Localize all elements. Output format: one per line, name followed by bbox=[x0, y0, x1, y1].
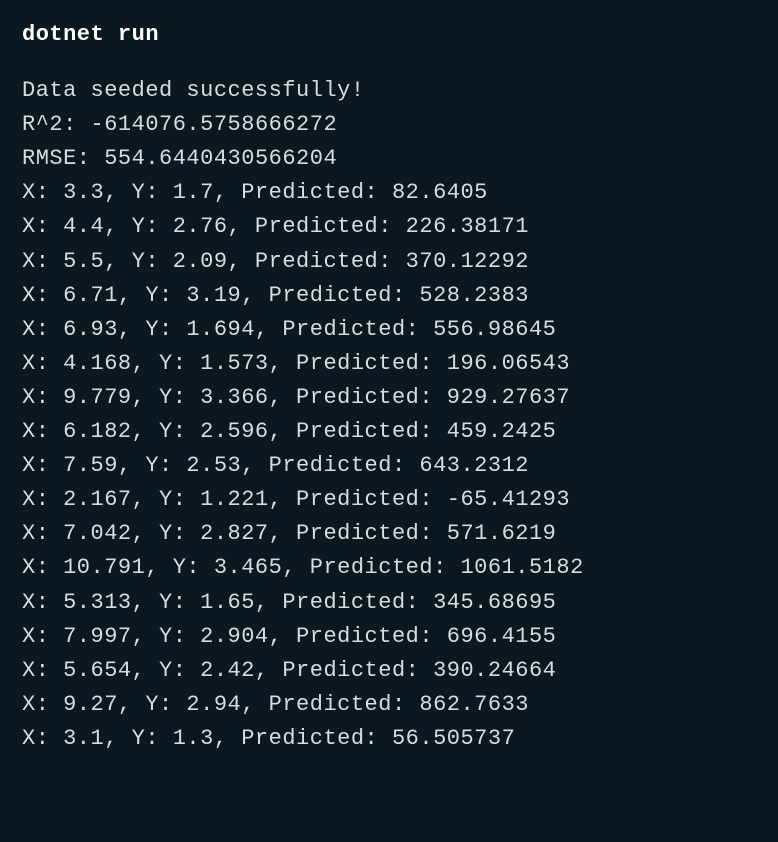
seeded-message: Data seeded successfully! bbox=[22, 74, 756, 108]
data-row: X: 2.167, Y: 1.221, Predicted: -65.41293 bbox=[22, 483, 756, 517]
rmse-line: RMSE: 554.6440430566204 bbox=[22, 142, 756, 176]
data-row: X: 5.313, Y: 1.65, Predicted: 345.68695 bbox=[22, 586, 756, 620]
data-rows-container: X: 3.3, Y: 1.7, Predicted: 82.6405X: 4.4… bbox=[22, 176, 756, 756]
data-row: X: 7.59, Y: 2.53, Predicted: 643.2312 bbox=[22, 449, 756, 483]
data-row: X: 5.654, Y: 2.42, Predicted: 390.24664 bbox=[22, 654, 756, 688]
data-row: X: 6.71, Y: 3.19, Predicted: 528.2383 bbox=[22, 279, 756, 313]
data-row: X: 3.3, Y: 1.7, Predicted: 82.6405 bbox=[22, 176, 756, 210]
data-row: X: 7.042, Y: 2.827, Predicted: 571.6219 bbox=[22, 517, 756, 551]
data-row: X: 6.182, Y: 2.596, Predicted: 459.2425 bbox=[22, 415, 756, 449]
data-row: X: 6.93, Y: 1.694, Predicted: 556.98645 bbox=[22, 313, 756, 347]
r2-label: R^2: bbox=[22, 112, 91, 137]
terminal-command: dotnet run bbox=[22, 18, 756, 52]
data-row: X: 9.27, Y: 2.94, Predicted: 862.7633 bbox=[22, 688, 756, 722]
data-row: X: 10.791, Y: 3.465, Predicted: 1061.518… bbox=[22, 551, 756, 585]
data-row: X: 4.168, Y: 1.573, Predicted: 196.06543 bbox=[22, 347, 756, 381]
r2-value: -614076.5758666272 bbox=[91, 112, 338, 137]
r2-line: R^2: -614076.5758666272 bbox=[22, 108, 756, 142]
data-row: X: 3.1, Y: 1.3, Predicted: 56.505737 bbox=[22, 722, 756, 756]
data-row: X: 9.779, Y: 3.366, Predicted: 929.27637 bbox=[22, 381, 756, 415]
rmse-value: 554.6440430566204 bbox=[104, 146, 337, 171]
data-row: X: 4.4, Y: 2.76, Predicted: 226.38171 bbox=[22, 210, 756, 244]
rmse-label: RMSE: bbox=[22, 146, 104, 171]
data-row: X: 7.997, Y: 2.904, Predicted: 696.4155 bbox=[22, 620, 756, 654]
data-row: X: 5.5, Y: 2.09, Predicted: 370.12292 bbox=[22, 245, 756, 279]
